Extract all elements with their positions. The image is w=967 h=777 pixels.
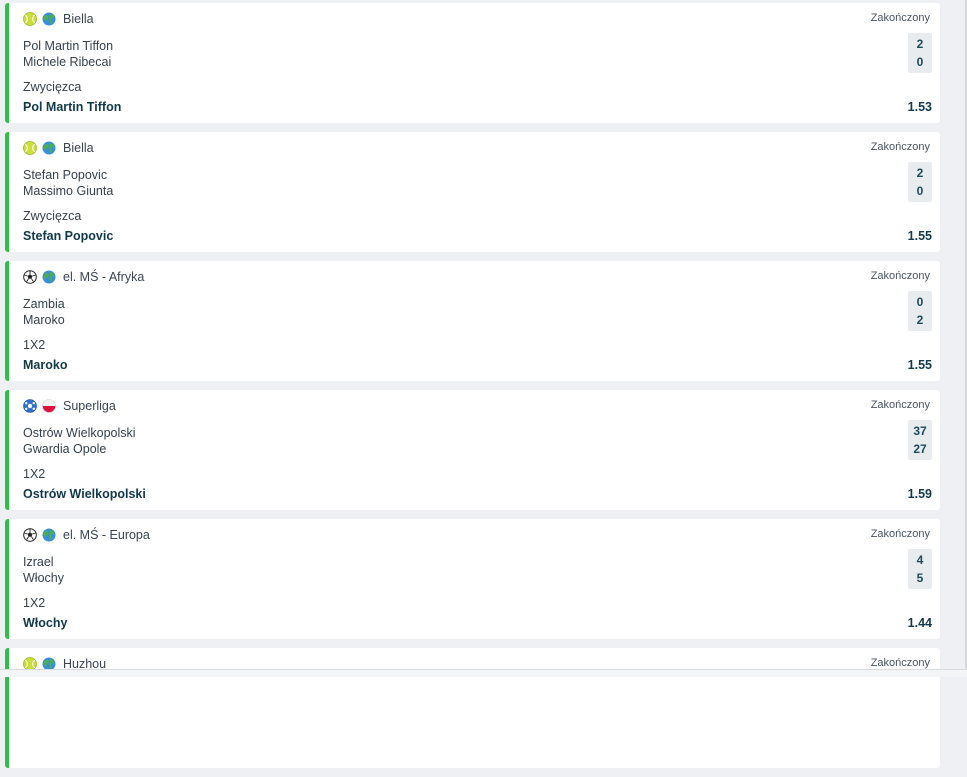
card-header: el. MŚ - Europa [23, 527, 150, 543]
card-header: Biella [23, 140, 94, 156]
status-label: Zakończony [870, 270, 930, 282]
status-label: Zakończony [870, 657, 930, 669]
away-score: 2 [916, 313, 924, 327]
tennis-ball-icon [23, 141, 37, 155]
home-score: 4 [916, 553, 924, 567]
home-score: 37 [913, 424, 927, 438]
away-team: Michele Ribecai [23, 55, 112, 69]
odds-value: 1.59 [907, 487, 932, 501]
selected-pick: Włochy [23, 616, 68, 630]
league-name: Superliga [63, 399, 116, 413]
away-score: 27 [913, 442, 927, 456]
home-team: Pol Martin Tiffon [23, 39, 114, 53]
odds-value: 1.53 [907, 100, 932, 114]
home-score: 2 [916, 37, 924, 51]
globe-icon [42, 141, 56, 155]
selected-pick: Maroko [23, 358, 68, 372]
home-team: Zambia [23, 297, 65, 311]
home-team: Izrael [23, 555, 54, 569]
soccer-ball-icon [23, 270, 37, 284]
bet-card-2[interactable]: Biella Zakończony Stefan Popovic Massimo… [5, 132, 940, 252]
odds-value: 1.44 [907, 616, 932, 630]
globe-icon [42, 270, 56, 284]
tennis-ball-icon [23, 12, 37, 26]
status-label: Zakończony [870, 528, 930, 540]
away-team: Maroko [23, 313, 65, 327]
score-box: 4 5 [908, 549, 932, 589]
league-name: Biella [63, 12, 94, 26]
globe-icon [42, 528, 56, 542]
odds-value: 1.55 [907, 229, 932, 243]
market-label: Zwycięzca [23, 209, 82, 223]
bet-history-list: Biella Zakończony Pol Martin Tiffon Mich… [5, 3, 940, 777]
card-header: Biella [23, 11, 94, 27]
market-label: Zwycięzca [23, 80, 82, 94]
home-team: Stefan Popovic [23, 168, 108, 182]
market-label: 1X2 [23, 467, 46, 481]
selected-pick: Ostrów Wielkopolski [23, 487, 146, 501]
home-team: Ostrów Wielkopolski [23, 426, 136, 440]
score-box: 37 27 [908, 420, 932, 460]
bet-card-3[interactable]: el. MŚ - Afryka Zakończony Zambia Maroko… [5, 261, 940, 381]
home-score: 2 [916, 166, 924, 180]
status-label: Zakończony [870, 399, 930, 411]
bet-card-6[interactable]: Huzhou Zakończony [5, 648, 940, 768]
bet-card-4[interactable]: Superliga Zakończony Ostrów Wielkopolski… [5, 390, 940, 510]
odds-value: 1.55 [907, 358, 932, 372]
card-header: Superliga [23, 398, 116, 414]
bet-card-1[interactable]: Biella Zakończony Pol Martin Tiffon Mich… [5, 3, 940, 123]
score-box: 2 0 [908, 162, 932, 202]
poland-flag-icon [42, 399, 56, 413]
market-label: 1X2 [23, 596, 46, 610]
away-team: Gwardia Opole [23, 442, 107, 456]
score-box: 2 0 [908, 33, 932, 73]
away-score: 0 [916, 55, 924, 69]
status-label: Zakończony [870, 141, 930, 153]
bet-card-5[interactable]: el. MŚ - Europa Zakończony Izrael Włochy… [5, 519, 940, 639]
status-label: Zakończony [870, 12, 930, 24]
score-box: 0 2 [908, 291, 932, 331]
away-team: Massimo Giunta [23, 184, 114, 198]
league-name: el. MŚ - Afryka [63, 270, 145, 284]
card-header: el. MŚ - Afryka [23, 269, 144, 285]
league-name: el. MŚ - Europa [63, 528, 150, 542]
selected-pick: Pol Martin Tiffon [23, 100, 122, 114]
globe-icon [42, 12, 56, 26]
away-score: 0 [916, 184, 924, 198]
home-score: 0 [916, 295, 924, 309]
away-team: Włochy [23, 571, 64, 585]
market-label: 1X2 [23, 338, 46, 352]
league-name: Biella [63, 141, 94, 155]
handball-icon [23, 399, 37, 413]
soccer-ball-icon [23, 528, 37, 542]
selected-pick: Stefan Popovic [23, 229, 114, 243]
away-score: 5 [916, 571, 924, 585]
